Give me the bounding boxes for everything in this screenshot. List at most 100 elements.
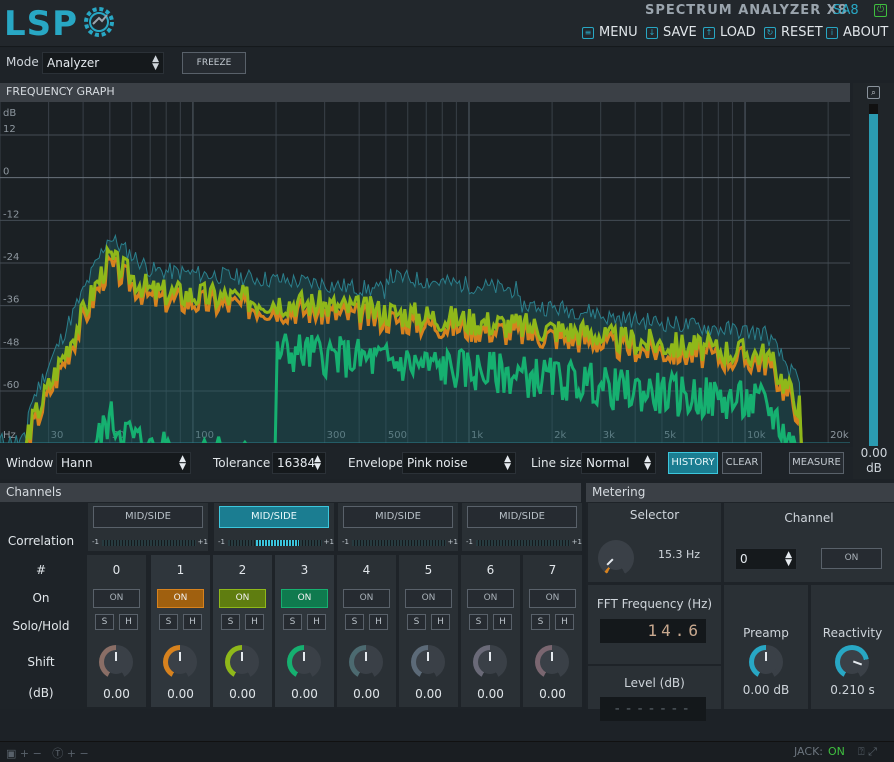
shift-knob[interactable]	[225, 645, 259, 679]
correlation-meter: -1 +1	[342, 538, 458, 546]
fft-label: FFT Frequency (Hz)	[596, 597, 713, 611]
solo-button[interactable]: S	[221, 614, 240, 630]
load-icon: ↑	[703, 26, 715, 39]
status-bar	[0, 741, 894, 762]
hz-tick-label: 20k	[830, 430, 849, 441]
shift-knob[interactable]	[287, 645, 321, 679]
load-button[interactable]: ↑ LOAD	[703, 25, 756, 40]
shift-unit-label: (dB)	[28, 686, 54, 700]
hold-button[interactable]: H	[245, 614, 264, 630]
channel-num-label: #	[35, 563, 47, 577]
solo-button[interactable]: S	[283, 614, 302, 630]
shift-knob[interactable]	[411, 645, 445, 679]
midside-button[interactable]: MID/SIDE	[467, 506, 577, 528]
fft-readout: 14.6	[600, 619, 706, 643]
channel-on-button[interactable]: ON	[219, 589, 266, 608]
channel-on-button[interactable]: ON	[157, 589, 204, 608]
channel-column	[87, 555, 146, 707]
solo-button[interactable]: S	[95, 614, 114, 630]
channel-on-button[interactable]: ON	[405, 589, 452, 608]
history-button[interactable]: HISTORY	[668, 452, 718, 474]
channel-on-button[interactable]: ON	[281, 589, 328, 608]
shift-label: Shift	[27, 655, 55, 669]
footer-tools-left[interactable]: ▣ + − Ⓣ + −	[6, 745, 89, 761]
reactivity-value: 0.210 s	[830, 683, 875, 697]
footer-icons-right[interactable]: ⍰ ⤢	[858, 745, 877, 759]
hold-button[interactable]: H	[493, 614, 512, 630]
window-label: Window	[6, 456, 54, 470]
menu-button[interactable]: ≡ MENU	[582, 25, 638, 40]
shift-knob[interactable]	[99, 645, 133, 679]
channel-on-button[interactable]: ON	[529, 589, 576, 608]
about-icon: i	[826, 26, 838, 39]
channel-number: 4	[362, 563, 371, 577]
channel-number: 7	[548, 563, 557, 577]
reset-icon: ↻	[764, 26, 776, 39]
solo-button[interactable]: S	[159, 614, 178, 630]
channel-on-button[interactable]: ON	[467, 589, 514, 608]
midside-button[interactable]: MID/SIDE	[219, 506, 329, 528]
envelope-select[interactable]: Pink noise ▲ ▼	[402, 452, 516, 474]
save-button[interactable]: ↓ SAVE	[646, 25, 697, 40]
hold-button[interactable]: H	[183, 614, 202, 630]
shift-value: 0.00	[167, 687, 194, 701]
shift-knob[interactable]	[473, 645, 507, 679]
channel-column	[337, 555, 396, 707]
db-tick-label: -60	[3, 380, 19, 391]
shift-value: 0.00	[353, 687, 380, 701]
midside-button[interactable]: MID/SIDE	[343, 506, 453, 528]
shift-value: 0.00	[291, 687, 318, 701]
preamp-value: 0.00 dB	[742, 683, 790, 697]
mode-select[interactable]: Analyzer ▲ ▼	[42, 52, 164, 74]
mode-label: Mode	[6, 55, 39, 69]
channel-on-button[interactable]: ON	[343, 589, 390, 608]
shift-knob[interactable]	[535, 645, 569, 679]
hold-button[interactable]: H	[431, 614, 450, 630]
linesize-select[interactable]: Normal ▲ ▼	[581, 452, 656, 474]
freeze-button[interactable]: FREEZE	[182, 52, 246, 74]
jack-label: JACK:	[794, 745, 823, 758]
db-tick-label: -48	[3, 337, 19, 348]
reactivity-knob[interactable]	[835, 645, 869, 679]
reset-button[interactable]: ↻ RESET	[764, 25, 823, 40]
channel-on-button[interactable]: ON	[821, 548, 882, 569]
clear-button[interactable]: CLEAR	[722, 452, 762, 474]
shift-knob[interactable]	[349, 645, 383, 679]
channel-column	[151, 555, 210, 707]
reactivity-label: Reactivity	[822, 626, 883, 640]
shift-value: 0.00	[103, 687, 130, 701]
channels-title: Channels	[0, 483, 581, 502]
shift-knob[interactable]	[163, 645, 197, 679]
about-button[interactable]: i ABOUT	[826, 25, 888, 40]
solo-button[interactable]: S	[469, 614, 488, 630]
updown-icon: ▲ ▼	[152, 54, 159, 72]
save-icon: ↓	[646, 26, 658, 39]
on-label: On	[32, 591, 50, 605]
correlation-meter: -1 +1	[92, 538, 208, 546]
selector-knob[interactable]	[598, 540, 634, 576]
hold-button[interactable]: H	[369, 614, 388, 630]
hold-button[interactable]: H	[555, 614, 574, 630]
power-icon[interactable]: ⏻	[874, 4, 887, 17]
solo-button[interactable]: S	[531, 614, 550, 630]
midside-button[interactable]: MID/SIDE	[93, 506, 203, 528]
channel-select[interactable]: 0 ▲ ▼	[735, 548, 797, 570]
plugin-code: SA8	[833, 3, 859, 18]
channel-number: 3	[300, 563, 309, 577]
zoom-icon[interactable]: ⌕	[867, 86, 880, 99]
channel-on-button[interactable]: ON	[93, 589, 140, 608]
solo-button[interactable]: S	[407, 614, 426, 630]
shift-value: 0.00	[415, 687, 442, 701]
hold-button[interactable]: H	[119, 614, 138, 630]
preamp-knob[interactable]	[749, 645, 783, 679]
graph-title: FREQUENCY GRAPH	[0, 83, 850, 102]
tolerance-select[interactable]: 16384 ▲ ▼	[272, 452, 326, 474]
channel-label: Channel	[784, 511, 834, 525]
channel-number: 6	[486, 563, 495, 577]
measure-button[interactable]: MEASURE	[789, 452, 844, 474]
hold-button[interactable]: H	[307, 614, 326, 630]
channel-column	[399, 555, 458, 707]
level-meter-fill	[869, 114, 878, 446]
solo-button[interactable]: S	[345, 614, 364, 630]
window-select[interactable]: Hann ▲ ▼	[56, 452, 191, 474]
